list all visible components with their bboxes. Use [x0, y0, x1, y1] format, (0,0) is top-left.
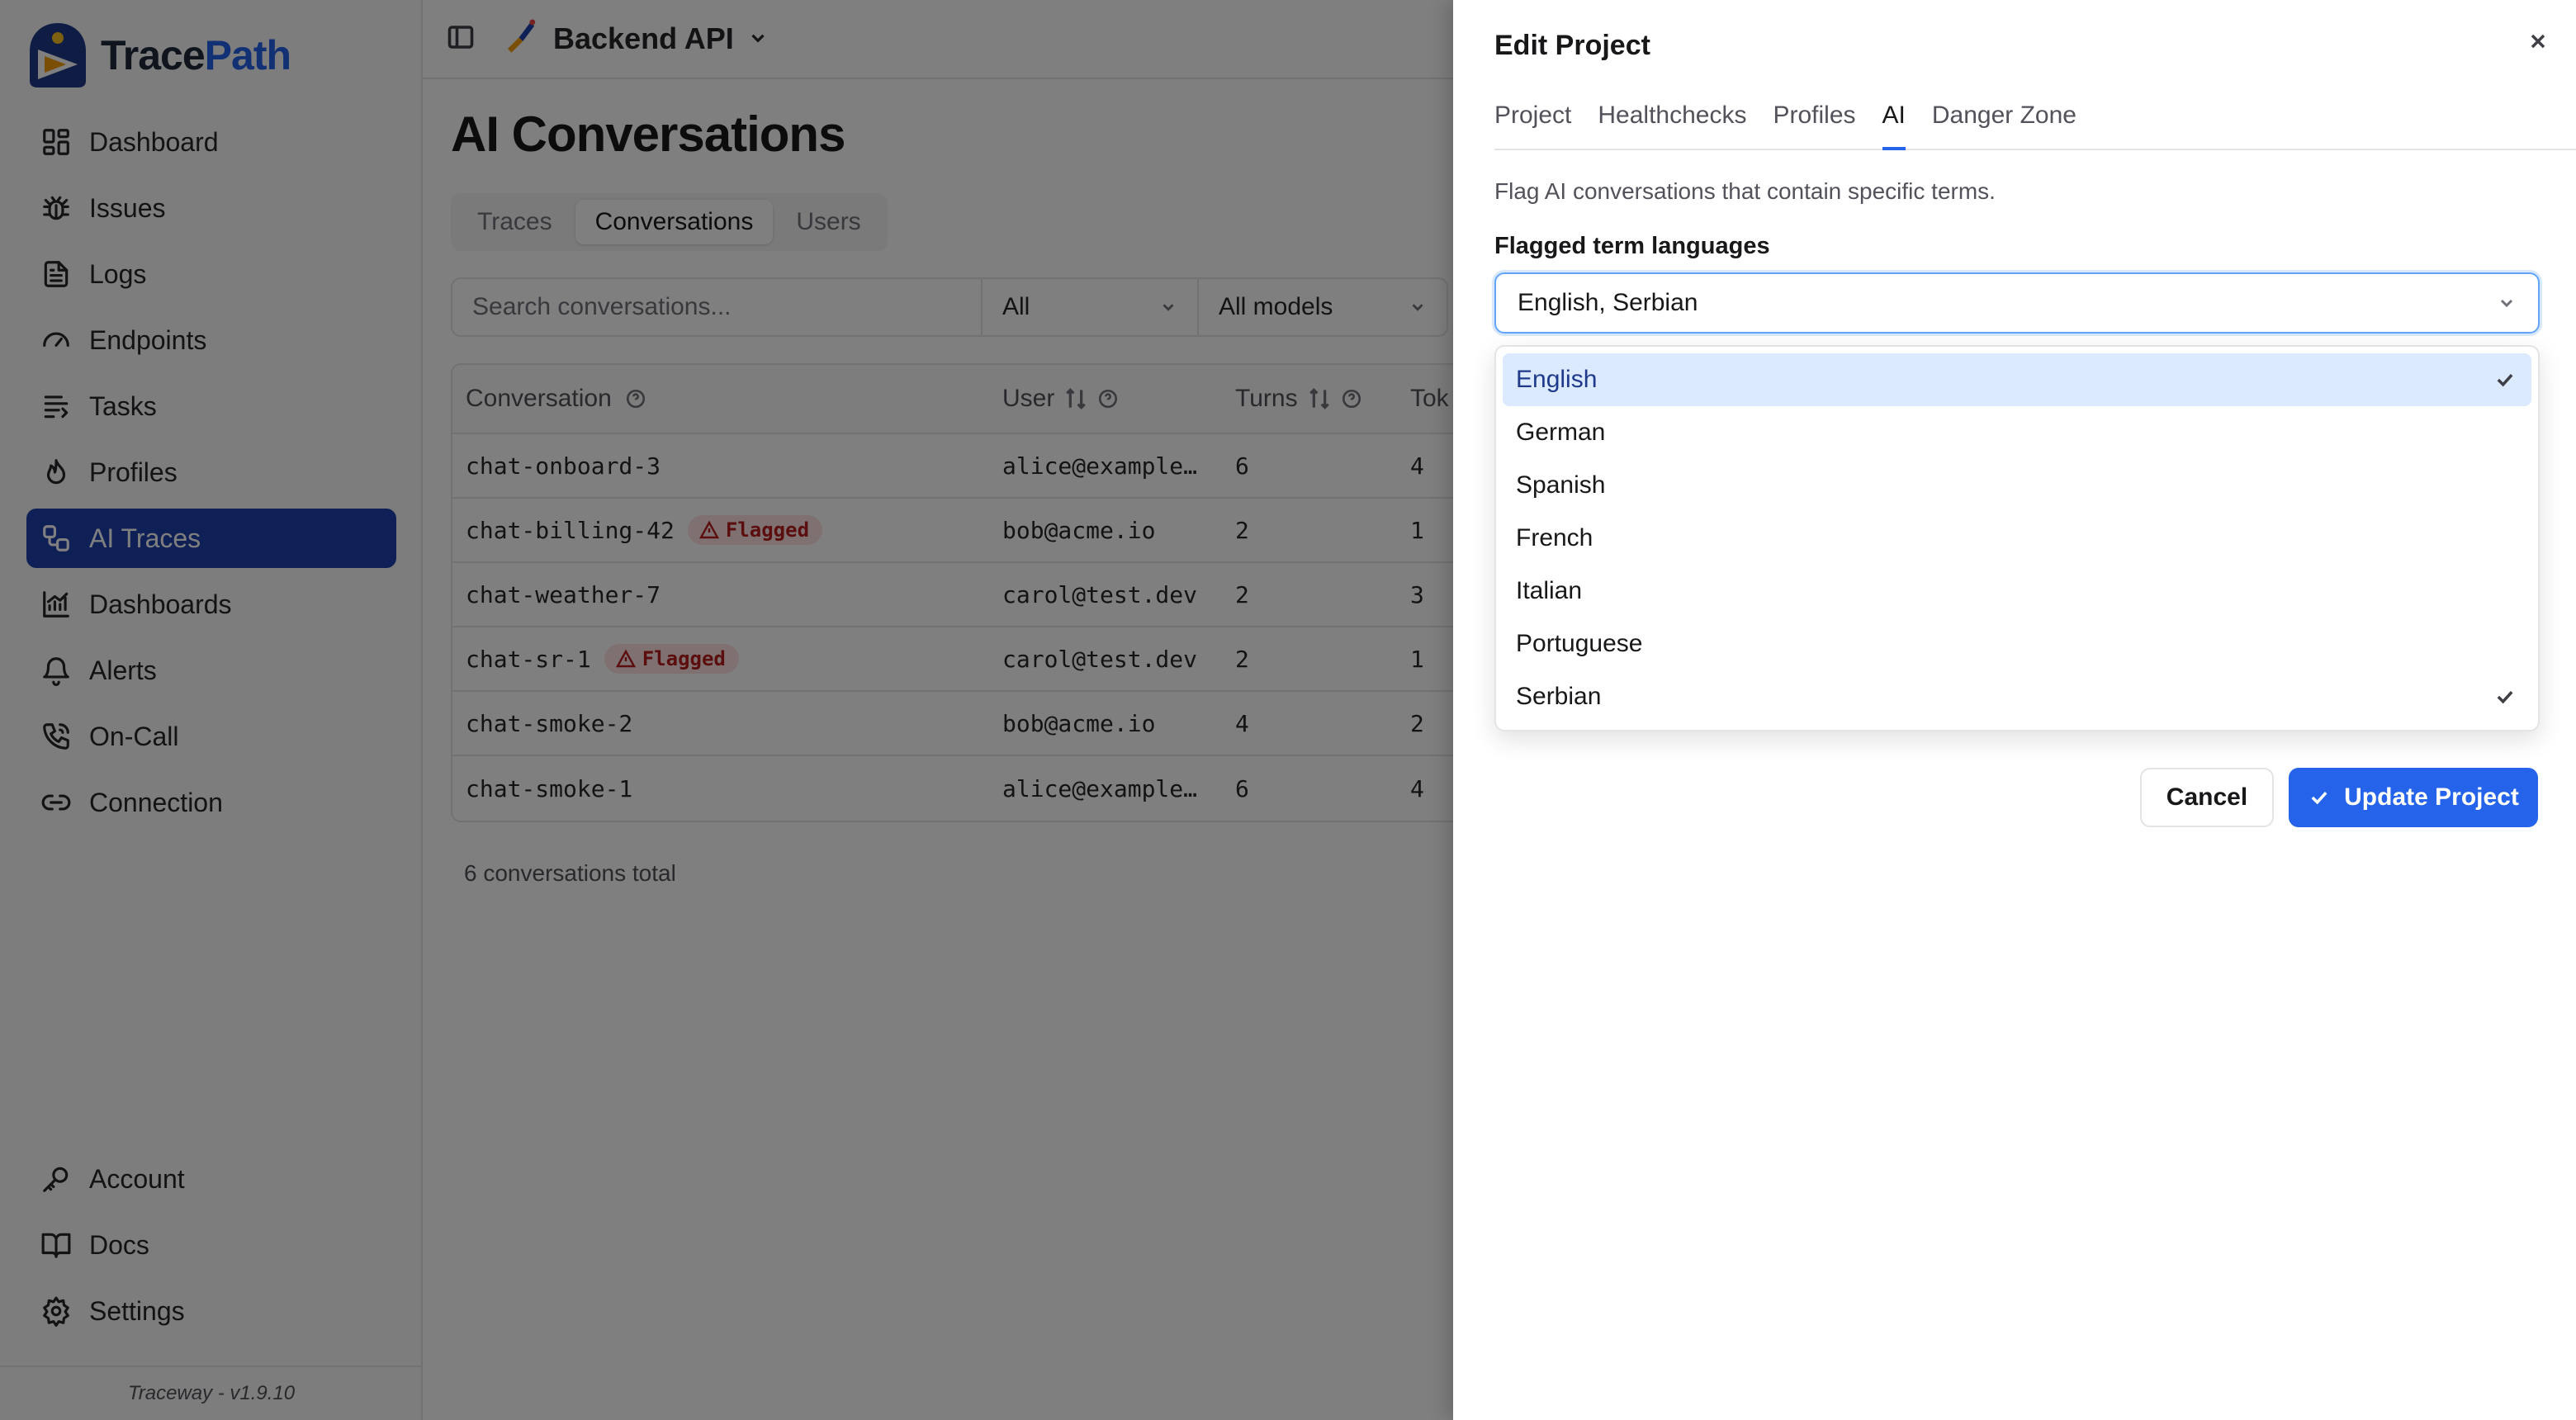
option-italian[interactable]: Italian: [1503, 565, 2531, 618]
drawer-title: Edit Project: [1494, 30, 1650, 61]
option-label: Spanish: [1516, 471, 1606, 499]
tab-danger-zone[interactable]: Danger Zone: [1932, 83, 2076, 149]
option-label: English: [1516, 366, 1598, 393]
close-icon: [2531, 34, 2545, 49]
option-label: German: [1516, 419, 1606, 446]
tab-profiles[interactable]: Profiles: [1773, 83, 1855, 149]
option-english[interactable]: English: [1503, 353, 2531, 406]
option-german[interactable]: German: [1503, 406, 2531, 459]
languages-dropdown: English German Spanish French Italian Po…: [1494, 345, 2540, 731]
check-icon: [2497, 373, 2513, 387]
option-label: Serbian: [1516, 683, 1602, 710]
update-project-label: Update Project: [2344, 783, 2519, 811]
drawer-tabs: Project Healthchecks Profiles AI Danger …: [1494, 83, 2576, 150]
close-button[interactable]: [2522, 25, 2555, 58]
option-label: French: [1516, 524, 1593, 551]
check-icon: [2311, 791, 2327, 805]
flagged-languages-select[interactable]: English, Serbian: [1494, 272, 2540, 334]
tab-healthchecks[interactable]: Healthchecks: [1598, 83, 1746, 149]
option-french[interactable]: French: [1503, 512, 2531, 565]
tab-ai[interactable]: AI: [1882, 83, 1906, 150]
ai-description: Flag AI conversations that contain speci…: [1494, 178, 1996, 204]
option-spanish[interactable]: Spanish: [1503, 459, 2531, 512]
flagged-languages-label: Flagged term languages: [1494, 233, 1770, 259]
modal-backdrop[interactable]: [0, 0, 1453, 1420]
chevron-down-icon: [2500, 299, 2513, 308]
option-label: Portuguese: [1516, 630, 1643, 657]
edit-project-drawer: Edit Project Project Healthchecks Profil…: [1453, 0, 2576, 1420]
tab-project[interactable]: Project: [1494, 83, 1571, 149]
option-portuguese[interactable]: Portuguese: [1503, 618, 2531, 670]
flagged-languages-value: English, Serbian: [1518, 289, 1698, 316]
check-icon: [2497, 690, 2513, 704]
option-serbian[interactable]: Serbian: [1503, 670, 2531, 723]
update-project-button[interactable]: Update Project: [2289, 768, 2538, 827]
option-label: Italian: [1516, 577, 1583, 604]
cancel-button[interactable]: Cancel: [2140, 768, 2274, 827]
